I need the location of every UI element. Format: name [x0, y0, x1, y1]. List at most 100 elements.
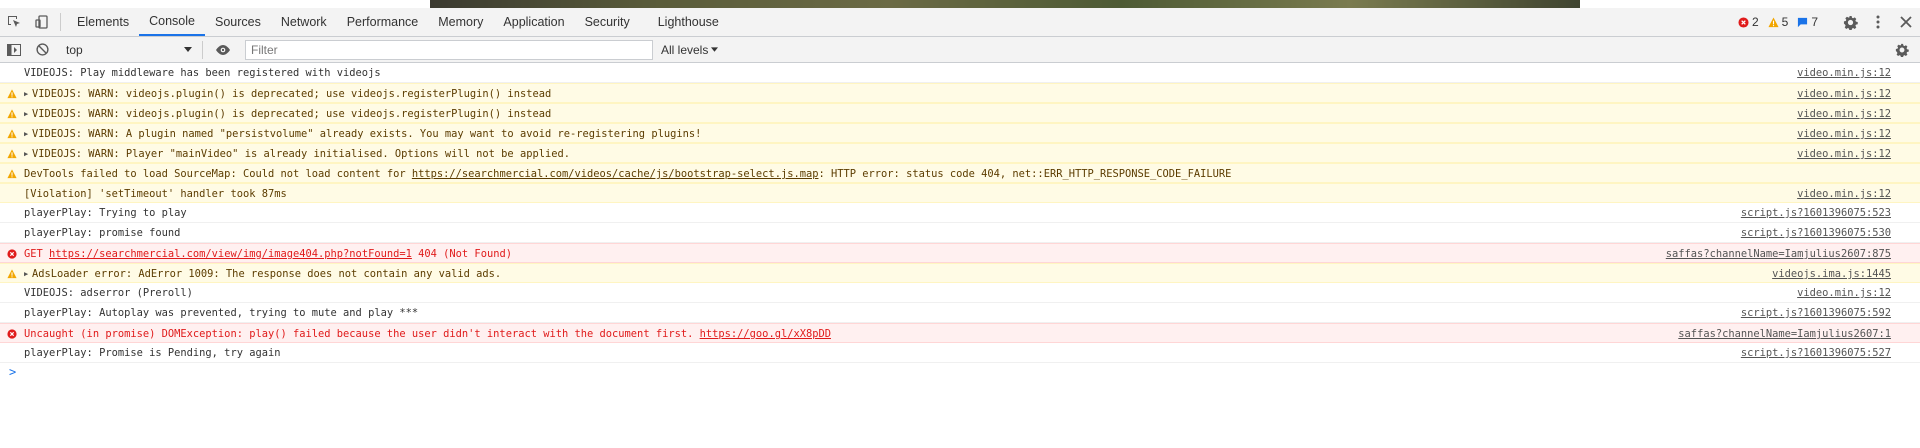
show-sidebar-icon[interactable]	[0, 36, 28, 64]
error-icon	[7, 329, 17, 339]
message-source-link[interactable]: script.js?1601396075:527	[1741, 343, 1891, 363]
message-link[interactable]: https://searchmercial.com/view/img/image…	[49, 248, 412, 260]
clear-console-icon[interactable]	[28, 36, 56, 64]
message-body: Uncaught (in promise) DOMException: play…	[24, 328, 700, 340]
console-message: ▶ AdsLoader error: AdError 1009: The resp…	[0, 263, 1920, 283]
message-body: VIDEOJS: Play middleware has been regist…	[24, 67, 381, 79]
warning-icon	[7, 89, 17, 99]
message-source-link[interactable]: video.min.js:12	[1797, 144, 1891, 164]
message-body: VIDEOJS: WARN: videojs.plugin() is depre…	[32, 108, 552, 120]
message-body: playerPlay: Promise is Pending, try agai…	[24, 347, 281, 359]
more-options-icon[interactable]	[1864, 8, 1892, 36]
message-source-link[interactable]: video.min.js:12	[1797, 63, 1891, 83]
console-prompt[interactable]: >	[0, 363, 1920, 383]
message-body: GET	[24, 248, 50, 260]
message-source-link[interactable]: script.js?1601396075:523	[1741, 203, 1891, 223]
message-link[interactable]: https://goo.gl/xX8pDD	[700, 328, 831, 340]
issue-counts[interactable]: 2 5 7	[1738, 15, 1824, 29]
warning-count: 5	[1781, 15, 1789, 29]
tab-network[interactable]: Network	[271, 8, 337, 36]
devtools-tab-bar: Elements Console Sources Network Performance…	[0, 8, 1920, 37]
message-source-link[interactable]: video.min.js:12	[1797, 184, 1891, 204]
message-suffix: 404 (Not Found)	[411, 248, 512, 260]
console-message: ▶ VIDEOJS: WARN: Player "mainVideo" is al…	[0, 143, 1920, 163]
live-expression-eye-icon[interactable]	[209, 36, 237, 64]
message-body: playerPlay: Trying to play	[24, 207, 187, 219]
expand-triangle-icon[interactable]: ▶	[24, 264, 32, 284]
expand-triangle-icon[interactable]: ▶	[24, 124, 32, 144]
expand-triangle-icon[interactable]: ▶	[24, 84, 32, 104]
console-message: playerPlay: Trying to play script.js?1601…	[0, 203, 1920, 223]
tab-performance[interactable]: Performance	[337, 8, 429, 36]
message-body: VIDEOJS: WARN: Player "mainVideo" is alr…	[32, 148, 570, 160]
context-selector-value: top	[66, 42, 83, 57]
warning-icon	[7, 149, 17, 159]
message-body: playerPlay: promise found	[24, 227, 181, 239]
message-text: GET https://searchmercial.com/view/img/i…	[24, 244, 512, 264]
tab-lighthouse[interactable]: Lighthouse	[648, 8, 729, 36]
message-source-link[interactable]: video.min.js:12	[1797, 124, 1891, 144]
console-message: ▶ VIDEOJS: WARN: videojs.plugin() is depr…	[0, 103, 1920, 123]
tab-elements[interactable]: Elements	[67, 8, 139, 36]
console-message: playerPlay: Promise is Pending, try agai…	[0, 343, 1920, 363]
message-body: [Violation] 'setTimeout' handler took 87…	[24, 188, 287, 200]
console-message: DevTools failed to load SourceMap: Could…	[0, 163, 1920, 183]
message-body: VIDEOJS: WARN: A plugin named "persistvo…	[32, 128, 702, 140]
device-toolbar-icon[interactable]	[28, 8, 56, 36]
message-source-link[interactable]: video.min.js:12	[1797, 84, 1891, 104]
tab-memory[interactable]: Memory	[428, 8, 493, 36]
console-message: VIDEOJS: Play middleware has been regist…	[0, 63, 1920, 83]
page-content-strip	[430, 0, 1580, 8]
filter-input[interactable]	[245, 39, 653, 60]
message-text: ▶ VIDEOJS: WARN: A plugin named "persistv…	[24, 124, 701, 144]
message-source-link[interactable]: script.js?1601396075:530	[1741, 223, 1891, 243]
console-settings-gear-icon[interactable]	[1888, 36, 1916, 64]
message-body: playerPlay: Autoplay was prevented, tryi…	[24, 307, 419, 319]
message-text: VIDEOJS: Play middleware has been regist…	[24, 63, 381, 83]
toolbar-divider	[202, 40, 203, 59]
message-link[interactable]: https://searchmercial.com/videos/cache/j…	[412, 168, 819, 180]
settings-gear-icon[interactable]	[1836, 8, 1864, 36]
message-text: playerPlay: Trying to play	[24, 203, 187, 223]
message-body: VIDEOJS: adserror (Preroll)	[24, 287, 193, 299]
console-message: Uncaught (in promise) DOMException: play…	[0, 323, 1920, 343]
message-text: DevTools failed to load SourceMap: Could…	[24, 164, 1231, 184]
warning-icon	[7, 169, 17, 179]
warning-count-icon	[1768, 16, 1779, 27]
log-levels-dropdown[interactable]: All levels	[661, 43, 719, 57]
message-source-link[interactable]: video.min.js:12	[1797, 104, 1891, 124]
tab-sources[interactable]: Sources	[205, 8, 271, 36]
context-selector[interactable]: top	[60, 40, 198, 60]
warning-icon	[7, 129, 17, 139]
expand-triangle-icon[interactable]: ▶	[24, 104, 32, 124]
message-text: ▶ AdsLoader error: AdError 1009: The resp…	[24, 264, 501, 284]
message-text: [Violation] 'setTimeout' handler took 87…	[24, 184, 287, 204]
prompt-caret-icon: >	[9, 365, 17, 379]
message-source-link[interactable]: saffas?channelName=Iamjulius2607:1	[1678, 324, 1891, 344]
message-text: VIDEOJS: adserror (Preroll)	[24, 283, 193, 303]
message-text: playerPlay: promise found	[24, 223, 180, 243]
inspect-element-icon[interactable]	[0, 8, 28, 36]
message-text: playerPlay: Promise is Pending, try agai…	[24, 343, 280, 363]
message-body: DevTools failed to load SourceMap: Could…	[24, 168, 412, 180]
message-source-link[interactable]: script.js?1601396075:592	[1741, 303, 1891, 323]
expand-triangle-icon[interactable]: ▶	[24, 144, 32, 164]
tab-console[interactable]: Console	[139, 8, 205, 36]
console-toolbar: top All levels	[0, 37, 1920, 63]
message-text: ▶ VIDEOJS: WARN: videojs.plugin() is depr…	[24, 84, 551, 104]
console-message: ▶ VIDEOJS: WARN: videojs.plugin() is depr…	[0, 83, 1920, 103]
message-source-link[interactable]: video.min.js:12	[1797, 283, 1891, 303]
console-messages: VIDEOJS: Play middleware has been regist…	[0, 63, 1920, 383]
console-message: VIDEOJS: adserror (Preroll) video.min.js:…	[0, 283, 1920, 303]
toolbar-divider	[60, 13, 61, 31]
message-count: 7	[1811, 15, 1818, 29]
message-source-link[interactable]: saffas?channelName=Iamjulius2607:875	[1666, 244, 1891, 264]
tab-application[interactable]: Application	[493, 8, 574, 36]
close-devtools-icon[interactable]	[1892, 8, 1920, 36]
dropdown-arrow-icon	[184, 47, 192, 52]
message-suffix: : HTTP error: status code 404, net::ERR_…	[818, 168, 1232, 180]
message-text: ▶ VIDEOJS: WARN: videojs.plugin() is depr…	[24, 104, 551, 124]
tab-security[interactable]: Security	[575, 8, 640, 36]
message-count-icon	[1798, 17, 1808, 27]
message-source-link[interactable]: videojs.ima.js:1445	[1772, 264, 1891, 284]
